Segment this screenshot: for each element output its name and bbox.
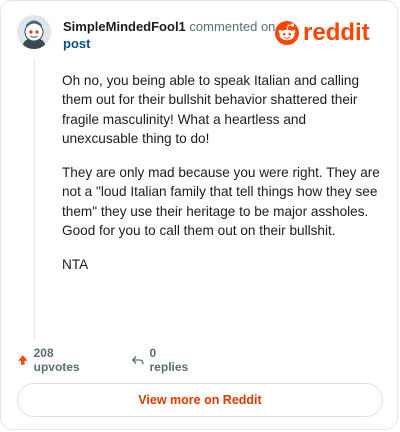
- commented-on-text: commented on: [189, 19, 276, 34]
- comment-paragraph-3: NTA: [62, 257, 89, 273]
- comment-paragraph-1: Oh no, you being able to speak Italian a…: [62, 73, 360, 146]
- reply-arrow-icon: [132, 356, 144, 365]
- upvote-count: 208 upvotes: [33, 346, 80, 374]
- comment-header: SimpleMindedFool1 commented on post redd…: [17, 15, 383, 55]
- post-link[interactable]: post: [63, 35, 275, 52]
- replies-button[interactable]: 0 replies: [131, 346, 191, 374]
- view-more-button[interactable]: View more on Reddit: [17, 383, 383, 417]
- snoo-avatar-icon: [17, 15, 51, 49]
- embedded-comment-card: SimpleMindedFool1 commented on post redd…: [0, 0, 398, 430]
- reddit-logo-icon: reddit: [275, 19, 370, 46]
- username-link[interactable]: SimpleMindedFool1: [63, 19, 186, 34]
- comment-body: Oh no, you being able to speak Italian a…: [62, 71, 380, 290]
- upvote-button[interactable]: 208 upvotes: [17, 346, 84, 374]
- comment-paragraph-2: They are only mad because you were right…: [62, 165, 380, 239]
- reddit-wordmark: reddit: [303, 19, 370, 46]
- reply-count: 0 replies: [149, 346, 189, 374]
- thread-line: [34, 59, 35, 339]
- user-avatar[interactable]: [17, 15, 51, 49]
- comment-meta: SimpleMindedFool1 commented on post: [63, 18, 275, 52]
- upvote-arrow-icon: [18, 355, 28, 365]
- reddit-logo[interactable]: reddit: [273, 17, 383, 47]
